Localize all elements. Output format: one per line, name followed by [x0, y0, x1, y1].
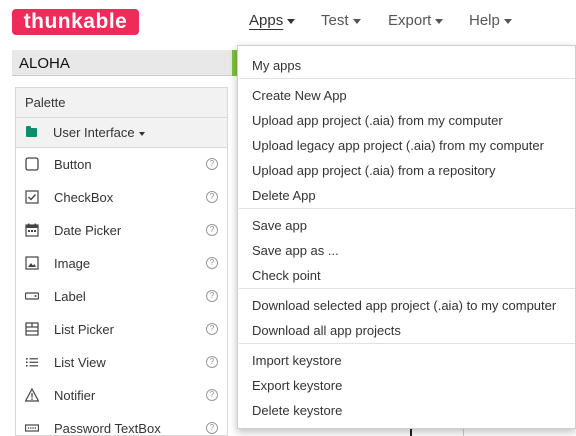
help-icon[interactable]: ? [206, 389, 218, 401]
menu-item-upload-from-repository[interactable]: Upload app project (.aia) from a reposit… [252, 163, 496, 178]
chevron-down-icon [138, 131, 145, 136]
menu-divider [239, 78, 575, 79]
help-icon[interactable]: ? [206, 290, 218, 302]
nav-apps-label: Apps [249, 12, 284, 29]
menu-divider [239, 288, 575, 289]
help-icon[interactable]: ? [206, 257, 218, 269]
menu-item-my-apps[interactable]: My apps [252, 58, 301, 73]
palette-item-label: List View [54, 355, 106, 370]
menu-item-download-all[interactable]: Download all app projects [252, 323, 401, 338]
palette-item-list-view[interactable]: List View ? [16, 346, 227, 379]
thunkable-logo[interactable]: thunkable [12, 9, 139, 35]
warning-icon [25, 388, 39, 402]
palette-item-label: Label [54, 289, 86, 304]
project-bar: ALOHA [12, 50, 252, 76]
label-icon [25, 292, 39, 300]
help-icon[interactable]: ? [206, 422, 218, 434]
nav-help-label: Help [469, 12, 500, 29]
nav-test-menu[interactable]: Test [321, 12, 361, 29]
palette-item-label: Button [54, 157, 92, 172]
palette-item-label: Image [54, 256, 91, 271]
chevron-down-icon [503, 18, 512, 24]
nav-test-label: Test [321, 12, 349, 29]
menu-divider [239, 343, 575, 344]
menu-item-download-selected[interactable]: Download selected app project (.aia) to … [252, 298, 556, 313]
menu-item-check-point[interactable]: Check point [252, 268, 321, 283]
help-icon[interactable]: ? [206, 356, 218, 368]
help-icon[interactable]: ? [206, 158, 218, 170]
chevron-down-icon [352, 18, 361, 24]
palette-item-checkbox[interactable]: CheckBox ? [16, 181, 227, 214]
button-icon [25, 157, 39, 171]
calendar-icon [25, 223, 39, 237]
palette-title: Palette [16, 88, 227, 118]
menu-item-upload-app-project[interactable]: Upload app project (.aia) from my comput… [252, 113, 503, 128]
menu-item-upload-legacy-project[interactable]: Upload legacy app project (.aia) from my… [252, 138, 544, 153]
palette-item-image[interactable]: Image ? [16, 247, 227, 280]
palette-item-password-textbox[interactable]: Password TextBox ? [16, 412, 227, 436]
palette-item-date-picker[interactable]: Date Picker ? [16, 214, 227, 247]
palette-item-list-picker[interactable]: List Picker ? [16, 313, 227, 346]
image-icon [25, 256, 39, 270]
nav-export-menu[interactable]: Export [388, 12, 444, 29]
palette-item-label: Password TextBox [54, 421, 161, 436]
category-label: User Interface [53, 118, 145, 148]
menu-item-save-app-as[interactable]: Save app as ... [252, 243, 339, 258]
top-bar: thunkable Apps Test Export Help [0, 0, 576, 46]
password-icon [25, 424, 39, 432]
palette-item-label[interactable]: Label ? [16, 280, 227, 313]
chevron-down-icon [287, 18, 296, 24]
help-icon[interactable]: ? [206, 224, 218, 236]
menu-divider [239, 208, 575, 209]
nav-help-menu[interactable]: Help [469, 12, 512, 29]
folder-icon [26, 126, 37, 137]
list-view-icon [26, 358, 38, 367]
help-icon[interactable]: ? [206, 323, 218, 335]
nav-export-label: Export [388, 12, 432, 29]
menu-item-export-keystore[interactable]: Export keystore [252, 378, 342, 393]
menu-item-import-keystore[interactable]: Import keystore [252, 353, 342, 368]
menu-item-delete-app[interactable]: Delete App [252, 188, 316, 203]
help-icon[interactable]: ? [206, 191, 218, 203]
palette-item-notifier[interactable]: Notifier ? [16, 379, 227, 412]
project-name: ALOHA [19, 55, 70, 72]
palette-item-label: CheckBox [54, 190, 114, 205]
palette-item-label: Date Picker [54, 223, 122, 238]
palette-panel: Palette User Interface Button ? CheckBox… [15, 87, 228, 436]
menu-item-delete-keystore[interactable]: Delete keystore [252, 403, 342, 418]
menu-item-create-new-app[interactable]: Create New App [252, 88, 347, 103]
palette-item-button[interactable]: Button ? [16, 148, 227, 181]
palette-item-label: List Picker [54, 322, 114, 337]
nav-apps-menu[interactable]: Apps [249, 12, 296, 29]
palette-item-label: Notifier [54, 388, 96, 403]
menu-item-save-app[interactable]: Save app [252, 218, 307, 233]
chevron-down-icon [435, 18, 444, 24]
checkbox-icon [25, 190, 39, 204]
list-picker-icon [25, 322, 39, 336]
apps-dropdown-menu: My apps Create New App Upload app projec… [237, 45, 576, 429]
category-user-interface[interactable]: User Interface [16, 118, 227, 148]
